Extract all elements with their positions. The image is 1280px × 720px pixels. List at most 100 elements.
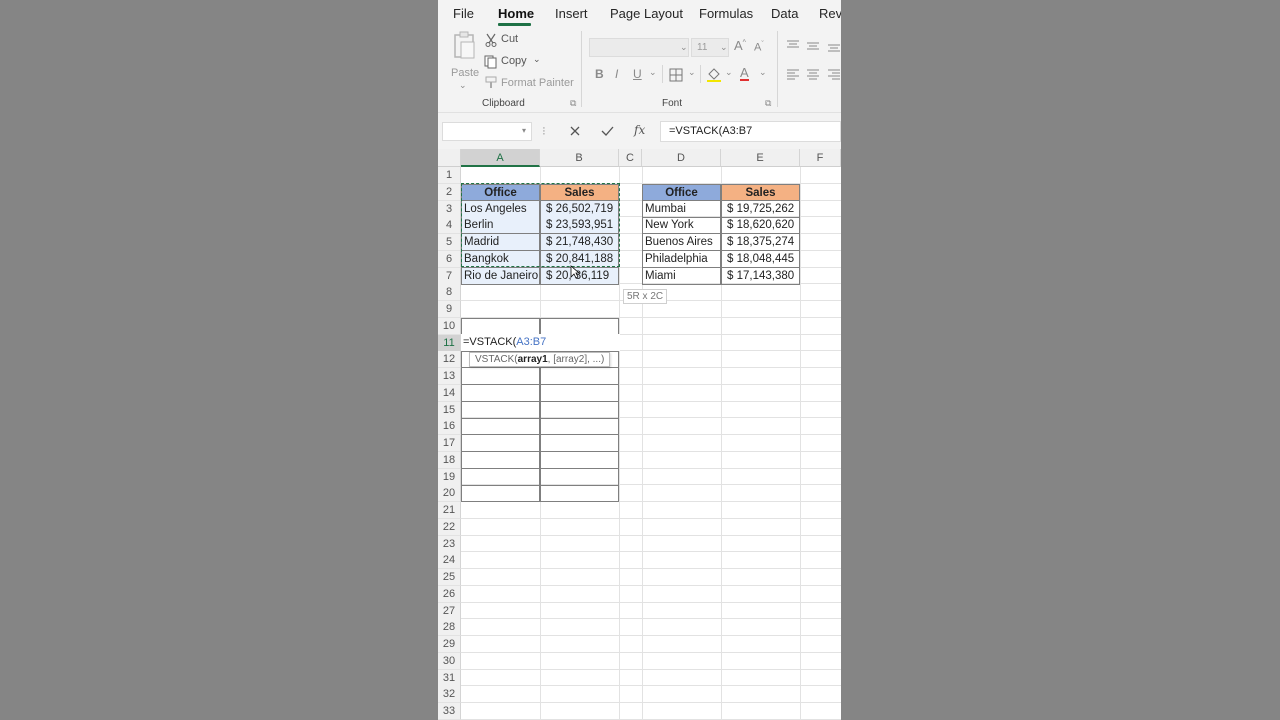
tooltip-arg1[interactable]: array1 [518,354,548,365]
tab-review[interactable]: Revi [819,6,841,21]
borders-icon[interactable] [669,68,683,82]
italic-button[interactable]: I [615,68,618,80]
font-color-dropdown-icon[interactable]: ⌄ [759,68,767,77]
tab-home[interactable]: Home [498,6,534,21]
tab-page-layout[interactable]: Page Layout [610,6,683,21]
row-header-12[interactable]: 12 [438,351,461,368]
output-cell[interactable] [461,385,540,402]
table1-office-cell[interactable]: Los Angeles [461,201,540,218]
align-right-icon[interactable] [827,69,841,81]
output-cell[interactable] [461,418,540,435]
output-cell[interactable] [540,418,619,435]
row-header-2[interactable]: 2 [438,184,461,201]
row-header-6[interactable]: 6 [438,251,461,268]
copy-dropdown-icon[interactable]: ⌄ [533,55,541,64]
row-header-11[interactable]: 11 [438,335,461,352]
output-cell[interactable] [461,452,540,469]
tab-formulas[interactable]: Formulas [699,6,753,21]
output-cell[interactable] [461,368,540,385]
bold-button[interactable]: B [595,68,604,80]
column-header-c[interactable]: C [619,149,642,167]
table2-sales-cell[interactable]: $ 19,725,262 [721,201,800,218]
output-cell[interactable] [540,435,619,452]
row-header-16[interactable]: 16 [438,418,461,435]
name-box-dropdown-icon[interactable]: ▾ [522,127,526,135]
output-cell[interactable] [461,485,540,502]
copy-button[interactable]: Copy ⌄ [484,55,544,71]
check-icon[interactable] [601,125,614,137]
row-header-14[interactable]: 14 [438,385,461,402]
format-painter-button[interactable]: Format Painter [484,76,574,92]
row-header-25[interactable]: 25 [438,569,461,586]
table2-office-cell[interactable]: Miami [642,268,721,285]
table2-header-sales[interactable]: Sales [721,184,800,201]
paste-button[interactable]: Paste ⌄ [448,31,479,90]
increase-font-icon[interactable]: A^ [734,39,746,52]
select-all-corner[interactable] [438,149,461,167]
column-header-a[interactable]: A [461,149,540,167]
table1-office-cell[interactable]: Bangkok [461,251,540,268]
output-cell[interactable] [461,469,540,486]
worksheet-grid[interactable]: A B C D E F 1 2 3 4 5 6 7 8 9 10 11 12 13 14 15 16 17 18 1… [438,149,841,720]
output-cell[interactable] [461,435,540,452]
borders-dropdown-icon[interactable]: ⌄ [688,68,696,77]
row-header-3[interactable]: 3 [438,201,461,218]
output-cell[interactable] [540,402,619,419]
row-header-9[interactable]: 9 [438,301,461,318]
table2-office-cell[interactable]: Philadelphia [642,251,721,268]
row-header-20[interactable]: 20 [438,485,461,502]
table1-sales-cell[interactable]: $ 21,748,430 [540,234,619,251]
tooltip-function-name[interactable]: VSTACK( [475,354,518,365]
table1-office-cell[interactable]: Berlin [461,217,540,234]
row-header-26[interactable]: 26 [438,586,461,603]
column-header-f[interactable]: F [800,149,841,167]
output-cell[interactable] [540,485,619,502]
row-header-18[interactable]: 18 [438,452,461,469]
table2-office-cell[interactable]: Buenos Aires [642,234,721,251]
row-header-29[interactable]: 29 [438,636,461,653]
table2-header-office[interactable]: Office [642,184,721,201]
row-header-32[interactable]: 32 [438,686,461,703]
output-cell[interactable] [540,469,619,486]
table1-header-sales[interactable]: Sales [540,184,619,201]
row-header-23[interactable]: 23 [438,536,461,553]
row-header-13[interactable]: 13 [438,368,461,385]
row-header-21[interactable]: 21 [438,502,461,519]
active-cell-editor[interactable]: =VSTACK(A3:B7 [461,334,620,351]
table1-sales-cell[interactable]: $ 23,593,951 [540,217,619,234]
table2-sales-cell[interactable]: $ 18,620,620 [721,217,800,234]
row-header-15[interactable]: 15 [438,402,461,419]
table1-sales-cell[interactable]: $ 26,502,719 [540,201,619,218]
clipboard-launcher-icon[interactable]: ⧉ [570,99,576,108]
row-header-30[interactable]: 30 [438,653,461,670]
row-header-19[interactable]: 19 [438,469,461,486]
underline-dropdown-icon[interactable]: ⌄ [649,68,657,77]
fx-button[interactable]: fx [634,124,645,136]
row-header-33[interactable]: 33 [438,703,461,720]
align-middle-icon[interactable] [806,42,820,54]
align-left-icon[interactable] [786,69,800,81]
row-header-4[interactable]: 4 [438,217,461,234]
table2-sales-cell[interactable]: $ 17,143,380 [721,268,800,285]
output-cell[interactable] [461,402,540,419]
row-header-27[interactable]: 27 [438,603,461,620]
align-top-icon[interactable] [786,40,800,52]
table2-sales-cell[interactable]: $ 18,375,274 [721,234,800,251]
fill-color-icon[interactable] [706,66,722,82]
font-launcher-icon[interactable]: ⧉ [765,99,771,108]
row-header-17[interactable]: 17 [438,435,461,452]
tab-data[interactable]: Data [771,6,798,21]
row-header-28[interactable]: 28 [438,619,461,636]
row-header-24[interactable]: 24 [438,552,461,569]
fill-color-dropdown-icon[interactable]: ⌄ [725,68,733,77]
output-cell[interactable] [540,385,619,402]
row-header-1[interactable]: 1 [438,167,461,184]
column-header-e[interactable]: E [721,149,800,167]
font-size-box[interactable]: 11 ⌄ [691,38,729,57]
decrease-font-icon[interactable]: Aˇ [754,41,764,54]
formula-input[interactable]: =VSTACK(A3:B7 [660,121,841,142]
underline-button[interactable]: U [633,68,642,80]
table2-office-cell[interactable]: Mumbai [642,201,721,218]
tab-insert[interactable]: Insert [555,6,588,21]
output-cell[interactable] [540,452,619,469]
